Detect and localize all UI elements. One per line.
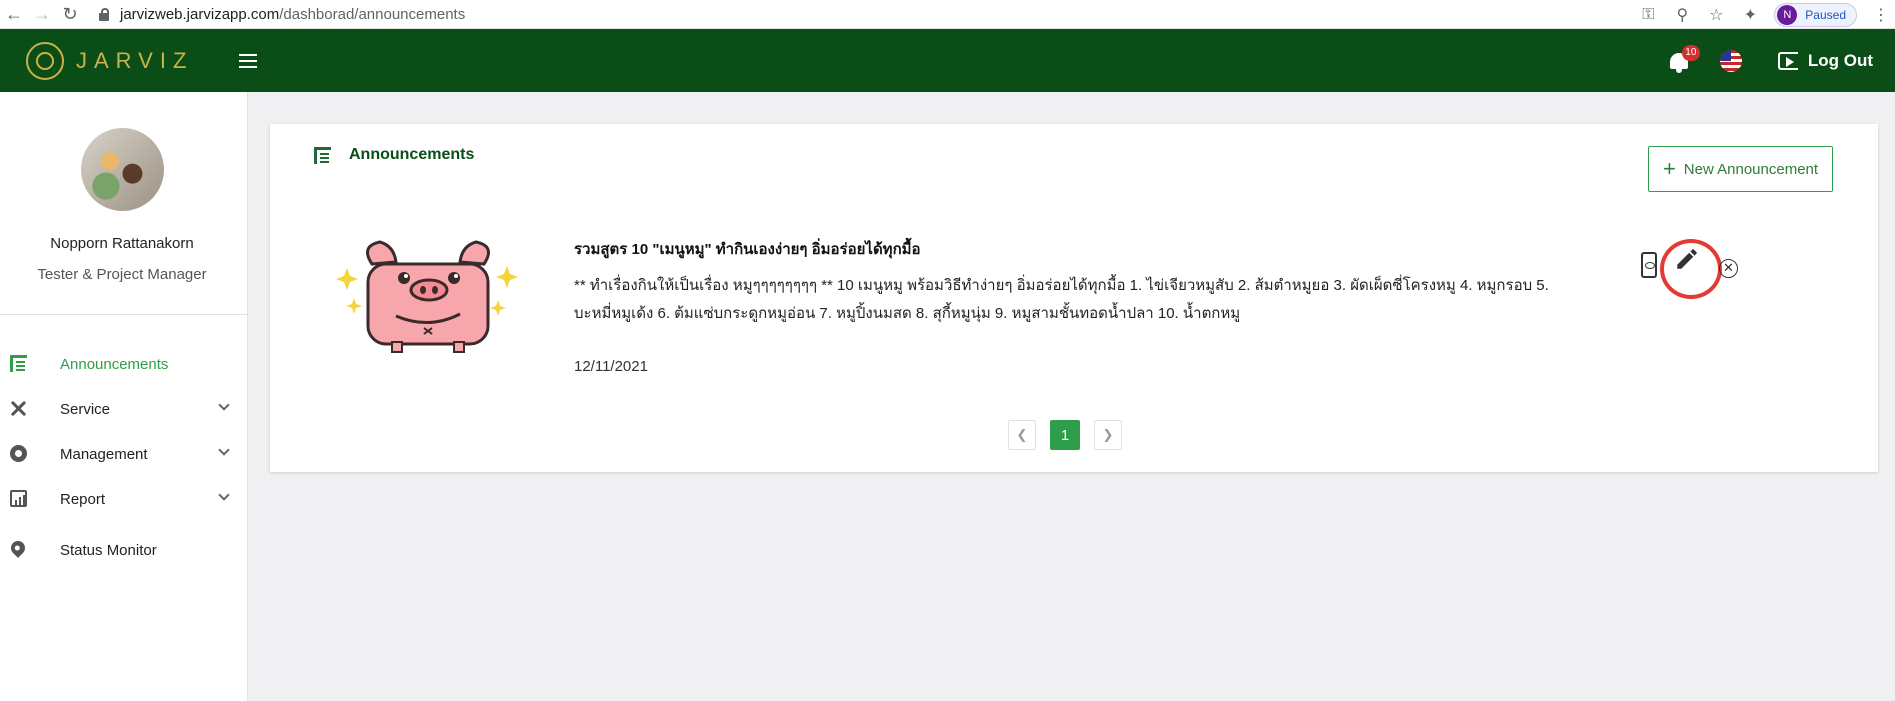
logo-mark-icon — [26, 41, 64, 80]
sidebar-item-management[interactable]: Management — [0, 432, 248, 477]
user-name: Nopporn Rattanakorn — [50, 235, 194, 252]
sidebar-menu: Announcements Service Management Report … — [0, 342, 248, 573]
zoom-icon[interactable]: ⚲ — [1672, 5, 1692, 25]
sidebar: Nopporn Rattanakorn Tester & Project Man… — [0, 92, 248, 701]
sidebar-item-label: Management — [60, 446, 148, 463]
browser-menu-icon[interactable]: ⋮ — [1871, 5, 1891, 25]
url-path: /dashborad/announcements — [279, 5, 466, 23]
key-icon[interactable]: ⚿ — [1638, 5, 1658, 25]
brand-name: JARVIZ — [76, 47, 194, 73]
us-flag-icon[interactable] — [1719, 49, 1742, 72]
announcements-card: Announcements + New Announcement รวมสูตร… — [270, 124, 1878, 472]
prev-page-button[interactable]: ❮ — [1008, 420, 1036, 450]
announcements-icon — [314, 146, 331, 164]
page-button-current[interactable]: 1 — [1050, 420, 1080, 450]
chevron-down-icon — [218, 399, 230, 411]
preview-mobile-icon[interactable] — [1641, 252, 1657, 278]
announcement-title: รวมสูตร 10 "เมนูหมู" ทำกินเองง่ายๆ อิ่มอ… — [574, 241, 921, 258]
plus-icon: + — [1662, 156, 1676, 181]
new-announcement-label: New Announcement — [1683, 160, 1819, 178]
sidebar-item-report[interactable]: Report — [0, 477, 248, 522]
profile-button[interactable]: N Paused — [1774, 2, 1857, 27]
sidebar-item-label: Status Monitor — [60, 542, 157, 559]
sidebar-item-label: Report — [60, 491, 106, 508]
pagination: ❮ 1 ❯ — [1008, 420, 1122, 450]
notification-badge: 10 — [1681, 44, 1700, 61]
sidebar-item-announcements[interactable]: Announcements — [0, 342, 248, 387]
announcement-body: ** ทำเรื่องกินให้เป็นเรื่อง หมูๆๆๆๆๆๆๆๆ … — [574, 277, 1549, 322]
back-button[interactable]: ← — [0, 0, 28, 28]
page-title-text: Announcements — [349, 146, 475, 163]
sidebar-divider — [0, 314, 248, 315]
logout-button[interactable]: Log Out — [1777, 50, 1873, 71]
report-icon — [10, 490, 27, 507]
notification-bell-icon[interactable]: 10 — [1666, 44, 1700, 75]
profile-avatar: N — [1777, 4, 1798, 25]
announcement-image-pig — [332, 234, 522, 354]
user-role: Tester & Project Manager — [37, 266, 207, 283]
logout-label: Log Out — [1807, 50, 1873, 70]
lock-icon — [98, 7, 110, 21]
next-page-button[interactable]: ❯ — [1094, 420, 1122, 450]
gear-icon — [10, 445, 27, 462]
sidebar-item-status-monitor[interactable]: Status Monitor — [0, 528, 248, 573]
reload-button[interactable]: ↻ — [56, 0, 84, 28]
user-avatar — [81, 128, 164, 211]
logout-icon — [1777, 51, 1798, 70]
profile-status: Paused — [1805, 7, 1846, 22]
star-icon[interactable]: ☆ — [1706, 5, 1726, 25]
chevron-down-icon — [218, 444, 230, 456]
announcement-date: 12/11/2021 — [574, 358, 648, 375]
brand-logo[interactable]: JARVIZ — [26, 41, 194, 80]
sidebar-item-label: Announcements — [60, 356, 169, 373]
url-host: jarvizweb.jarvizapp.com — [120, 5, 280, 23]
hamburger-menu-icon[interactable] — [239, 53, 258, 68]
chevron-down-icon — [218, 489, 230, 501]
delete-close-icon[interactable]: ✕ — [1719, 259, 1738, 278]
new-announcement-button[interactable]: + New Announcement — [1648, 146, 1833, 192]
app-header: JARVIZ 10 Log Out — [0, 29, 1895, 92]
sidebar-item-service[interactable]: Service — [0, 387, 248, 432]
edit-highlight-circle — [1660, 239, 1722, 299]
extensions-icon[interactable]: ✦ — [1740, 5, 1760, 25]
tools-icon — [10, 400, 27, 417]
forward-button[interactable]: → — [28, 0, 56, 28]
browser-toolbar: ← → ↻ jarvizweb.jarvizapp.com/dashborad/… — [0, 0, 1895, 29]
page-title: Announcements — [314, 146, 474, 164]
address-bar[interactable]: jarvizweb.jarvizapp.com/dashborad/announ… — [98, 2, 465, 26]
sidebar-item-label: Service — [60, 401, 111, 418]
announcements-icon — [10, 355, 27, 372]
location-pin-icon — [8, 538, 28, 558]
